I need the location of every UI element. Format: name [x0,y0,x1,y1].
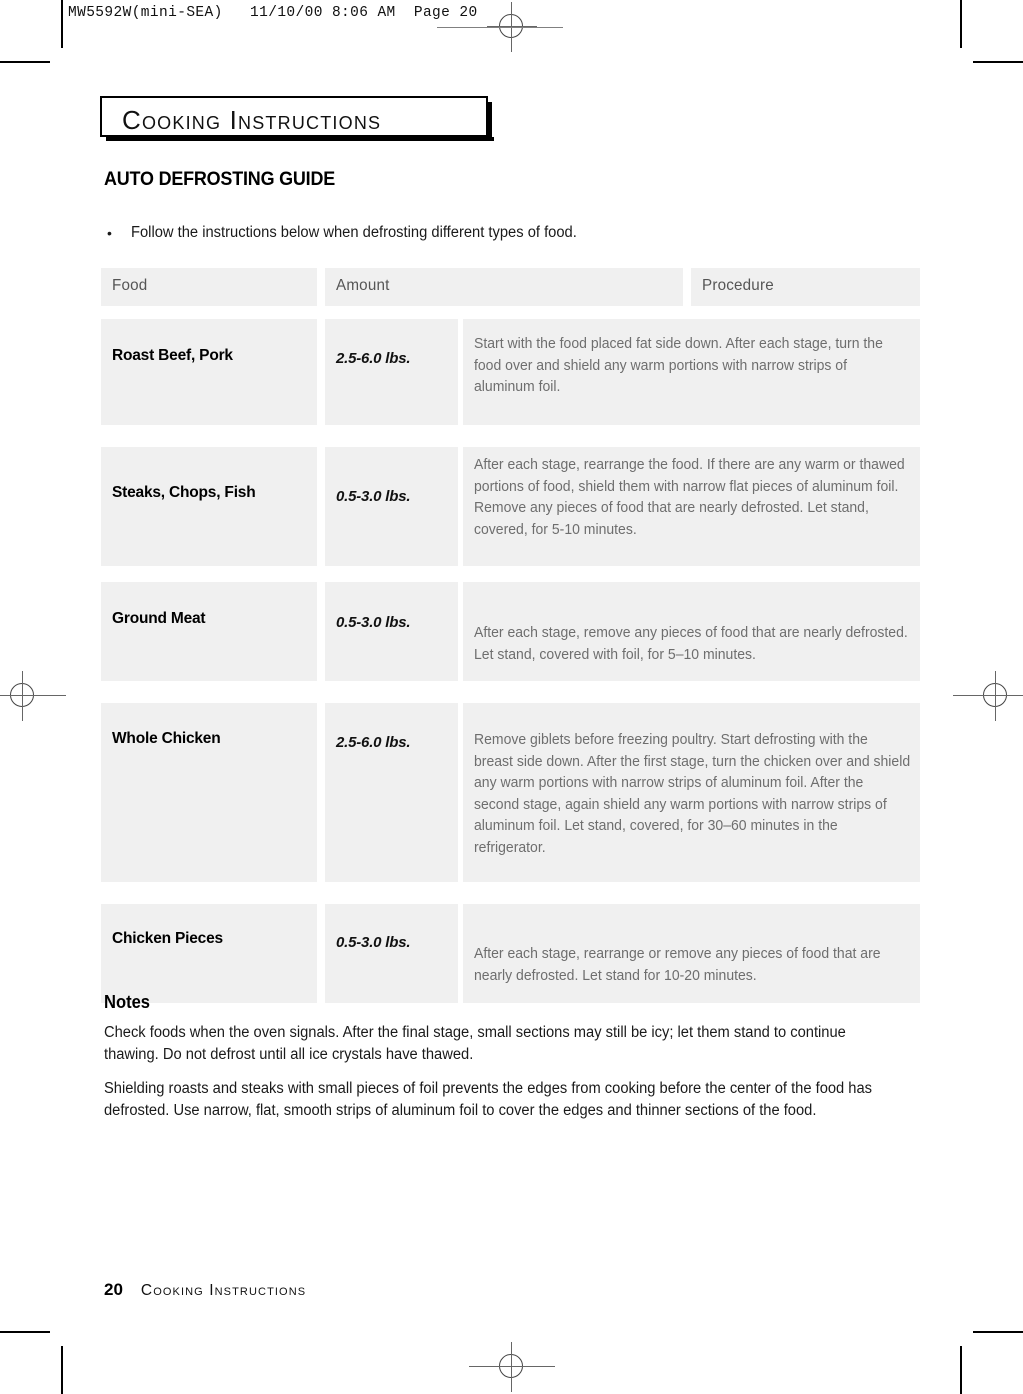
table-cell-amount: 2.5-6.0 lbs. [325,703,458,882]
table-cell-procedure: After each stage, remove any pieces of f… [463,582,920,681]
table-header-row: Food Amount Procedure [101,268,920,306]
table-cell-procedure: Start with the food placed fat side down… [463,319,920,425]
document-page: Cooking Instructions AUTO DEFROSTING GUI… [0,0,1023,1394]
procedure-text: After each stage, rearrange or remove an… [474,946,881,984]
amount-value: 2.5-6.0 lbs. [336,734,411,751]
table-row: Ground Meat 0.5-3.0 lbs. After each stag… [101,582,920,695]
table-row: Whole Chicken 2.5-6.0 lbs. Remove giblet… [101,703,920,896]
table-row: Steaks, Chops, Fish 0.5-3.0 lbs. After e… [101,447,920,574]
table-cell-food: Chicken Pieces [101,904,317,1003]
food-name: Whole Chicken [112,730,221,747]
chapter-title-box: Cooking Instructions [100,96,494,141]
amount-value: 2.5-6.0 lbs. [336,350,411,367]
table-cell-food: Whole Chicken [101,703,317,882]
table-header-cell-procedure: Procedure [691,268,920,306]
footer-chapter-title: Cooking Instructions [140,1282,307,1299]
amount-value: 0.5-3.0 lbs. [336,614,411,631]
auto-defrosting-table: Food Amount Procedure Roast Beef, Pork 2… [101,268,920,1004]
procedure-text: Start with the food placed fat side down… [474,336,883,395]
table-cell-amount: 0.5-3.0 lbs. [325,582,458,681]
table-row: Chicken Pieces 0.5-3.0 lbs. After each s… [101,904,920,1004]
table-cell-food: Ground Meat [101,582,317,681]
title-box-shadow-bottom [106,137,494,141]
amount-value: 0.5-3.0 lbs. [336,934,411,951]
table-header-cell-amount: Amount [325,268,683,306]
table-cell-procedure: Remove giblets before freezing poultry. … [463,703,920,882]
food-name: Ground Meat [112,610,206,627]
bullet-dot-icon: • [107,225,112,241]
table-cell-amount: 2.5-6.0 lbs. [325,319,458,425]
table-header-cell-food: Food [101,268,317,306]
section-heading: AUTO DEFROSTING GUIDE [104,168,336,190]
table-cell-food: Roast Beef, Pork [101,319,317,425]
table-cell-amount: 0.5-3.0 lbs. [325,904,458,1003]
food-name: Chicken Pieces [112,930,223,947]
notes-paragraph-1: Check foods when the oven signals. After… [104,1024,846,1063]
amount-value: 0.5-3.0 lbs. [336,488,411,505]
column-header-food: Food [112,277,148,294]
notes-heading: Notes [104,992,151,1012]
food-name: Steaks, Chops, Fish [112,484,256,501]
footer-page-number: 20 [104,1280,123,1299]
intro-bullet-item: • Follow the instructions below when def… [104,224,864,242]
notes-paragraph-2: Shielding roasts and steaks with small p… [104,1080,873,1119]
table-cell-procedure: After each stage, rearrange the food. If… [463,447,920,566]
table-cell-amount: 0.5-3.0 lbs. [325,447,458,566]
table-cell-procedure: After each stage, rearrange or remove an… [463,904,920,1003]
procedure-text: After each stage, rearrange the food. If… [474,457,905,538]
procedure-text: Remove giblets before freezing poultry. … [474,732,911,856]
intro-bullet-text: Follow the instructions below when defro… [131,224,577,241]
column-header-procedure: Procedure [702,277,774,294]
page-footer: 20 Cooking Instructions [104,1280,306,1300]
title-box-shadow-right [488,102,492,141]
table-row: Roast Beef, Pork 2.5-6.0 lbs. Start with… [101,319,920,439]
page-title: Cooking Instructions [122,105,382,135]
column-header-amount: Amount [336,277,390,294]
procedure-text: After each stage, remove any pieces of f… [474,625,908,663]
table-cell-food: Steaks, Chops, Fish [101,447,317,566]
food-name: Roast Beef, Pork [112,347,233,364]
